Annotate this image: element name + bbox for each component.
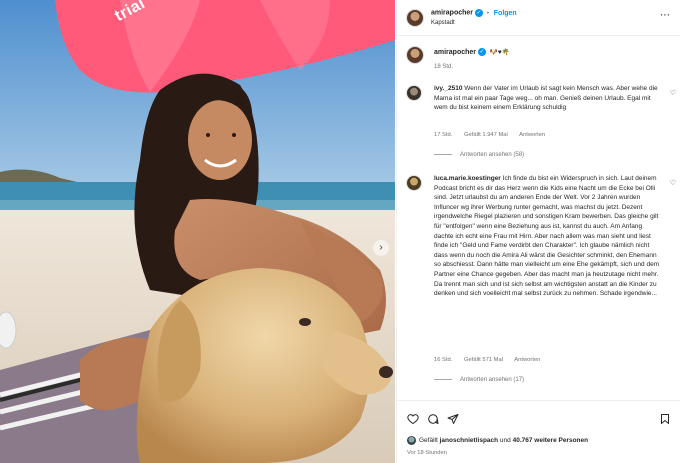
liker-avatar[interactable]	[407, 436, 416, 445]
author-avatar[interactable]	[406, 9, 424, 27]
replies-line	[434, 153, 452, 155]
send-icon[interactable]	[447, 413, 459, 425]
comment-body: Wenn der Vater im Urlaub ist sagt kein M…	[434, 85, 658, 112]
author-line: amirapocher ✓ • Folgen	[431, 9, 517, 17]
comment-text: ivy._2510 Wenn der Vater im Urlaub ist s…	[434, 84, 662, 113]
caption-emojis: 🐶♥🌴	[489, 49, 510, 56]
post-timestamp: Vor 18 Stunden	[407, 450, 447, 456]
view-replies-label[interactable]: Antworten ansehen (17)	[460, 377, 524, 383]
commenter-username[interactable]: luca.marie.koestinger	[434, 175, 501, 182]
other-likers-link[interactable]: 40.767 weitere Personen	[513, 437, 589, 444]
comment-reply-button[interactable]: Antworten	[514, 357, 540, 363]
comment-like-count[interactable]: Gefällt 571 Mal	[464, 357, 503, 363]
first-liker-username[interactable]: janoschnietlispach	[440, 437, 499, 444]
caption-username[interactable]: amirapocher	[434, 49, 476, 56]
caption-line: amirapocher ✓ 🐶♥🌴	[434, 48, 510, 57]
more-options-icon[interactable]: ⋯	[660, 10, 671, 21]
likes-and: und	[498, 437, 513, 445]
caption-author-avatar[interactable]	[406, 46, 424, 64]
comment-like-heart-icon[interactable]: ♡	[670, 89, 676, 97]
verified-badge-icon: ✓	[475, 9, 484, 17]
comment-meta: 16 Std. Gefällt 571 Mal Antworten	[434, 357, 550, 363]
post-details-panel: amirapocher ✓ • Folgen Kapstadt ⋯ amirapo…	[396, 0, 680, 463]
follow-button[interactable]: Folgen	[494, 10, 517, 17]
post-header: amirapocher ✓ • Folgen Kapstadt ⋯	[397, 0, 680, 36]
likes-summary: Gefällt janoschnietlispach und 40.767 we…	[407, 436, 588, 445]
location-link[interactable]: Kapstadt	[431, 20, 455, 26]
caption-time: 18 Std.	[434, 64, 454, 70]
author-username[interactable]: amirapocher	[431, 10, 473, 17]
comment-reply-button[interactable]: Antworten	[519, 132, 545, 138]
comment-body: Ich finde du bist ein Widerspruch in sic…	[434, 175, 660, 298]
verified-badge-icon: ✓	[478, 48, 487, 57]
comment-icon[interactable]	[427, 413, 439, 425]
view-replies-button[interactable]: Antworten ansehen (17)	[434, 377, 524, 383]
likes-prefix: Gefällt	[419, 437, 440, 445]
separator-dot: •	[486, 10, 489, 17]
replies-line	[434, 378, 452, 380]
comment-meta: 17 Std. Gefällt 1.947 Mal Antworten	[434, 132, 555, 138]
post-photo[interactable]: trial ›	[0, 0, 395, 463]
comment-time: 16 Std.	[434, 357, 453, 363]
view-replies-label[interactable]: Antworten ansehen (58)	[460, 152, 524, 158]
comment-like-count[interactable]: Gefällt 1.947 Mal	[464, 132, 508, 138]
bookmark-icon[interactable]	[659, 413, 671, 425]
commenter-username[interactable]: ivy._2510	[434, 85, 462, 92]
carousel-next-button[interactable]: ›	[373, 240, 389, 256]
commenter-avatar[interactable]	[406, 85, 422, 101]
commenter-avatar[interactable]	[406, 175, 422, 191]
comment-text: luca.marie.koestinger Ich finde du bist …	[434, 174, 662, 299]
comment-like-heart-icon[interactable]: ♡	[670, 179, 676, 187]
heart-icon[interactable]	[407, 413, 419, 425]
comment-time: 17 Std.	[434, 132, 453, 138]
instagram-post-view: trial › amirapocher ✓ • Folgen Kapstadt ⋯…	[0, 0, 680, 463]
view-replies-button[interactable]: Antworten ansehen (58)	[434, 152, 524, 158]
beach-photo-illustration	[0, 0, 395, 463]
